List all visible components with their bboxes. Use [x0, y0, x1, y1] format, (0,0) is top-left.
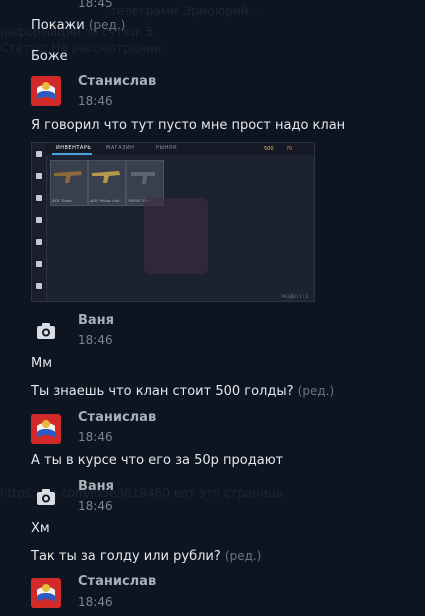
message-time: 18:46 [78, 499, 113, 513]
sender-name[interactable]: Станислав [78, 574, 156, 589]
item-card: AKR "Yellow Line" [88, 160, 126, 206]
rifle-icon [92, 171, 120, 183]
edited-mark: (ред.) [224, 549, 262, 563]
message-body: Так ты за голду или рубли? [31, 549, 221, 564]
chat-history[interactable]: 18:45 Покажи (ред.) Боже Станислав 18:46… [0, 0, 425, 616]
avatar[interactable] [31, 76, 61, 106]
item-card: AKR "Scale" [50, 160, 88, 206]
flag-emblem-icon [31, 414, 61, 444]
message-text[interactable]: Боже [31, 49, 68, 64]
game-tab-market: РЫНОК [156, 145, 178, 151]
camera-icon [37, 489, 55, 505]
message-body: Ты знаешь что клан стоит 500 голды? [31, 384, 294, 399]
message-text[interactable]: Мм [31, 356, 52, 371]
message-text[interactable]: Хм [31, 521, 50, 536]
faction-emblem [144, 198, 208, 274]
message-time: 18:46 [78, 595, 113, 609]
message-time: 18:45 [78, 0, 113, 10]
item-label: AKR "Yellow Line" [90, 199, 121, 203]
game-tab-inventory: ИНВЕНТАРЬ [56, 145, 92, 151]
page-indicator: РАЗДЕЛ 1 / 3 [281, 294, 308, 299]
gold-balance: 500 [264, 146, 274, 152]
attachment-image[interactable]: ИНВЕНТАРЬ МАГАЗИН РЫНОК 500 70 AKR "Scal… [31, 142, 315, 302]
sender-name[interactable]: Станислав [78, 410, 156, 425]
smg-icon [131, 172, 155, 184]
avatar[interactable] [31, 578, 61, 608]
message-text[interactable]: Я говорил что тут пусто мне прост надо к… [31, 118, 345, 133]
sender-name[interactable]: Станислав [78, 74, 156, 89]
message-time: 18:46 [78, 430, 113, 444]
edited-mark: (ред.) [297, 384, 335, 398]
message-time: 18:46 [78, 94, 113, 108]
avatar[interactable] [31, 482, 61, 512]
avatar[interactable] [31, 414, 61, 444]
message-text[interactable]: Ты знаешь что клан стоит 500 голды? (ред… [31, 384, 334, 399]
message-text[interactable]: Так ты за голду или рубли? (ред.) [31, 549, 261, 564]
avatar[interactable] [31, 316, 61, 346]
sender-name[interactable]: Ваня [78, 313, 114, 328]
game-topbar: ИНВЕНТАРЬ МАГАЗИН РЫНОК 500 70 [46, 143, 314, 155]
message-body: Покажи [31, 18, 85, 33]
edited-mark: (ред.) [88, 18, 126, 32]
flag-emblem-icon [31, 76, 61, 106]
camera-icon [37, 323, 55, 339]
item-label: AKR "Scale" [52, 199, 73, 203]
silver-balance: 70 [286, 146, 293, 152]
game-sidebar [32, 143, 47, 301]
flag-emblem-icon [31, 578, 61, 608]
message-text[interactable]: А ты в курсе что его за 50р продают [31, 453, 283, 468]
rifle-icon [54, 171, 82, 183]
message-time: 18:46 [78, 333, 113, 347]
message-text[interactable]: Покажи (ред.) [31, 18, 125, 33]
sender-name[interactable]: Ваня [78, 479, 114, 494]
game-tab-shop: МАГАЗИН [106, 145, 135, 151]
